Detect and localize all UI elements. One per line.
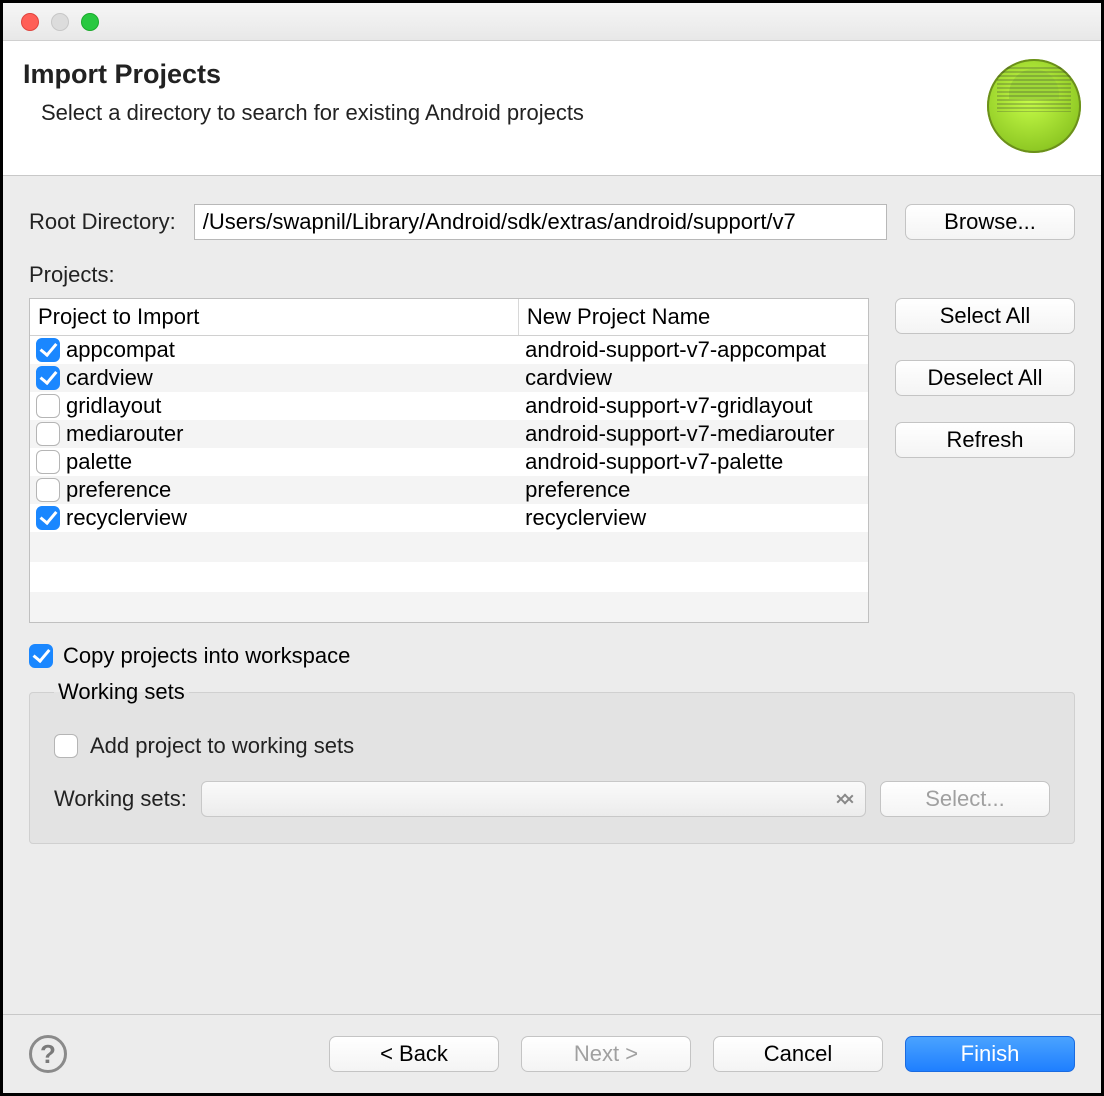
- close-window-icon[interactable]: [21, 13, 39, 31]
- select-all-button[interactable]: Select All: [895, 298, 1075, 334]
- table-row-empty: [30, 532, 868, 562]
- working-sets-combo-label: Working sets:: [54, 786, 187, 812]
- project-checkbox[interactable]: [36, 506, 60, 530]
- dialog-header: Import Projects Select a directory to se…: [3, 41, 1101, 176]
- back-button[interactable]: < Back: [329, 1036, 499, 1072]
- project-import-name: gridlayout: [66, 393, 161, 419]
- working-sets-legend: Working sets: [54, 679, 189, 705]
- table-row-empty: [30, 592, 868, 622]
- copy-projects-checkbox[interactable]: [29, 644, 53, 668]
- column-new-project-name[interactable]: New Project Name: [519, 299, 868, 335]
- root-directory-label: Root Directory:: [29, 209, 176, 235]
- project-checkbox[interactable]: [36, 366, 60, 390]
- project-checkbox[interactable]: [36, 394, 60, 418]
- project-new-name: android-support-v7-appcompat: [519, 336, 868, 364]
- page-title: Import Projects: [23, 59, 584, 90]
- projects-table[interactable]: Project to Import New Project Name appco…: [29, 298, 869, 623]
- project-new-name: preference: [519, 476, 868, 504]
- titlebar: [3, 3, 1101, 41]
- project-import-name: preference: [66, 477, 171, 503]
- projects-label: Projects:: [29, 262, 1075, 288]
- help-icon[interactable]: ?: [29, 1035, 67, 1073]
- table-row[interactable]: palette android-support-v7-palette: [30, 448, 868, 476]
- table-row[interactable]: appcompat android-support-v7-appcompat: [30, 336, 868, 364]
- finish-button[interactable]: Finish: [905, 1036, 1075, 1072]
- project-new-name: cardview: [519, 364, 868, 392]
- cancel-button[interactable]: Cancel: [713, 1036, 883, 1072]
- project-new-name: android-support-v7-gridlayout: [519, 392, 868, 420]
- page-subtitle: Select a directory to search for existin…: [23, 100, 584, 126]
- table-row[interactable]: recyclerview recyclerview: [30, 504, 868, 532]
- dialog-footer: ? < Back Next > Cancel Finish: [3, 1014, 1101, 1093]
- table-row-empty: [30, 562, 868, 592]
- project-import-name: recyclerview: [66, 505, 187, 531]
- project-checkbox[interactable]: [36, 422, 60, 446]
- project-new-name: android-support-v7-palette: [519, 448, 868, 476]
- add-to-working-sets-label: Add project to working sets: [90, 733, 354, 759]
- project-checkbox[interactable]: [36, 450, 60, 474]
- project-checkbox[interactable]: [36, 478, 60, 502]
- deselect-all-button[interactable]: Deselect All: [895, 360, 1075, 396]
- table-row[interactable]: mediarouter android-support-v7-mediaroute…: [30, 420, 868, 448]
- project-new-name: recyclerview: [519, 504, 868, 532]
- table-row[interactable]: preference preference: [30, 476, 868, 504]
- column-project-to-import[interactable]: Project to Import: [30, 299, 519, 335]
- add-to-working-sets-checkbox[interactable]: [54, 734, 78, 758]
- browse-button[interactable]: Browse...: [905, 204, 1075, 240]
- maximize-window-icon[interactable]: [81, 13, 99, 31]
- refresh-button[interactable]: Refresh: [895, 422, 1075, 458]
- root-directory-input[interactable]: [194, 204, 887, 240]
- project-import-name: cardview: [66, 365, 153, 391]
- next-button: Next >: [521, 1036, 691, 1072]
- table-row[interactable]: gridlayout android-support-v7-gridlayout: [30, 392, 868, 420]
- copy-projects-label: Copy projects into workspace: [63, 643, 350, 669]
- table-row[interactable]: cardview cardview: [30, 364, 868, 392]
- project-new-name: android-support-v7-mediarouter: [519, 420, 868, 448]
- working-sets-select-button: Select...: [880, 781, 1050, 817]
- project-import-name: mediarouter: [66, 421, 183, 447]
- project-import-name: palette: [66, 449, 132, 475]
- project-import-name: appcompat: [66, 337, 175, 363]
- working-sets-group: Working sets Add project to working sets…: [29, 679, 1075, 844]
- android-logo-icon: [987, 59, 1081, 153]
- project-checkbox[interactable]: [36, 338, 60, 362]
- minimize-window-icon: [51, 13, 69, 31]
- working-sets-combo[interactable]: [201, 781, 866, 817]
